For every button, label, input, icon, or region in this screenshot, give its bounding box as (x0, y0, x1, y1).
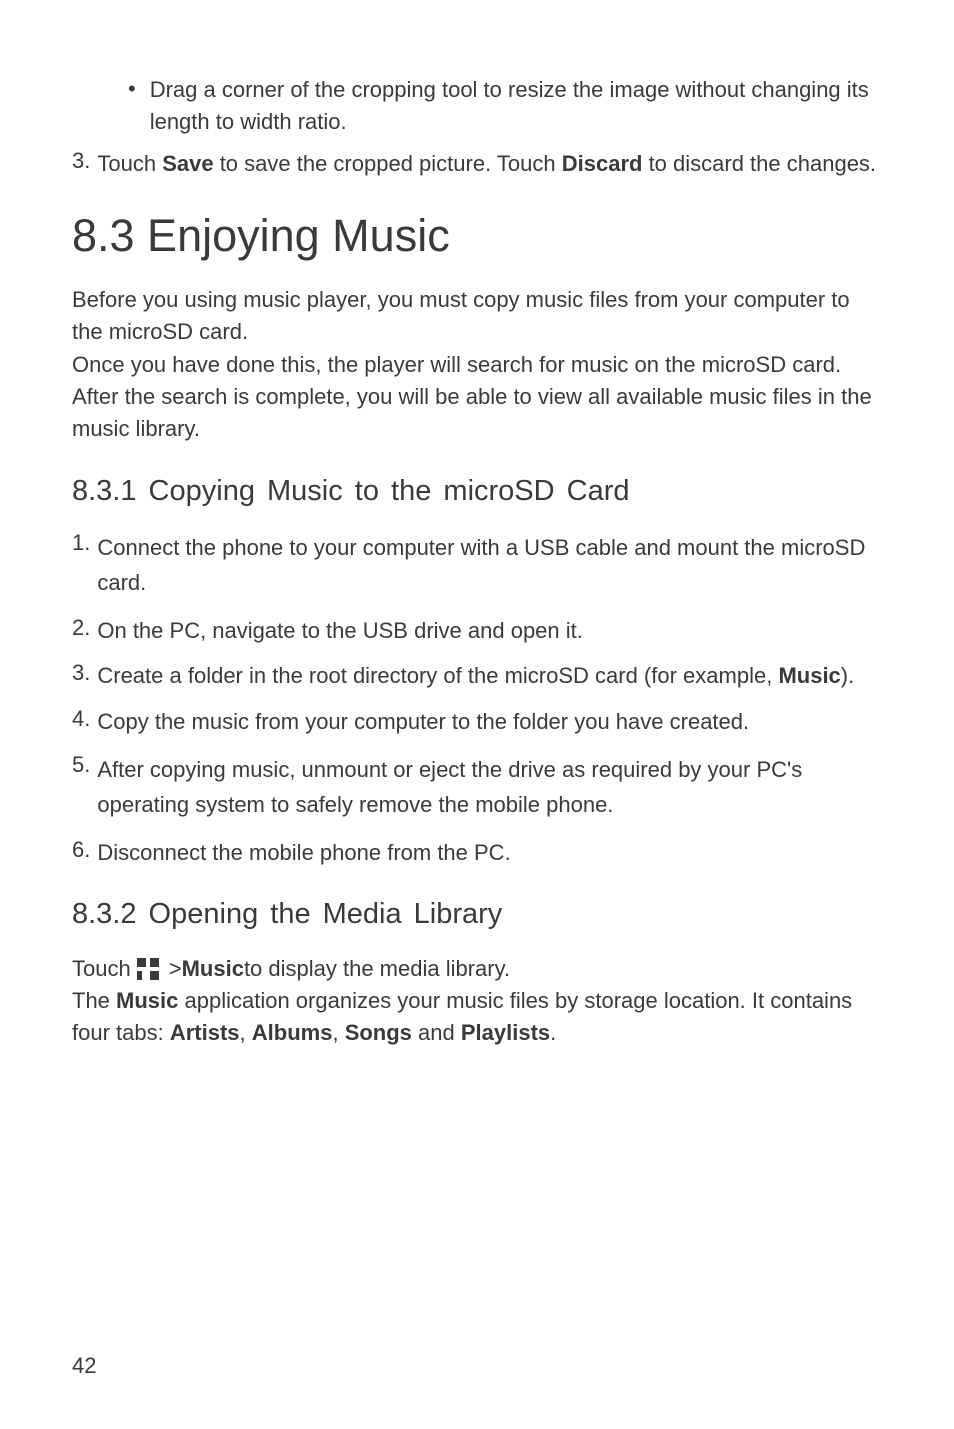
subsection-heading-copying: 8.3.1 Copying Music to the microSD Card (72, 475, 884, 508)
text-touch: Touch (72, 953, 131, 985)
step-3: 3. Touch Save to save the cropped pictur… (72, 148, 884, 180)
step-text: Create a folder in the root directory of… (97, 660, 854, 692)
step-number: 3. (72, 148, 90, 180)
apps-grid-icon (137, 958, 159, 980)
copy-step-2: 2. On the PC, navigate to the USB drive … (72, 615, 884, 647)
text-music-bold: Music (182, 953, 244, 985)
bullet-marker: • (128, 76, 136, 138)
text-rest: to display the media library. (244, 953, 510, 985)
step-text: Copy the music from your computer to the… (97, 706, 749, 738)
text-gt: > (169, 953, 182, 985)
subsection-heading-media: 8.3.2 Opening the Media Library (72, 898, 884, 931)
section-heading: 8.3 Enjoying Music (72, 210, 884, 262)
copy-step-4: 4. Copy the music from your computer to … (72, 706, 884, 738)
step-text: On the PC, navigate to the USB drive and… (97, 615, 583, 647)
copy-step-5: 5. After copying music, unmount or eject… (72, 752, 884, 822)
page-number: 42 (72, 1353, 96, 1379)
copy-step-3: 3. Create a folder in the root directory… (72, 660, 884, 692)
step-number: 1. (72, 530, 90, 600)
copy-step-1: 1. Connect the phone to your computer wi… (72, 530, 884, 600)
step-text: After copying music, unmount or eject th… (97, 752, 884, 822)
step-number: 5. (72, 752, 90, 822)
intro-para-1: Before you using music player, you must … (72, 284, 884, 348)
step-text: Disconnect the mobile phone from the PC. (97, 837, 510, 869)
step-number: 6. (72, 837, 90, 869)
step-number: 4. (72, 706, 90, 738)
step-number: 2. (72, 615, 90, 647)
media-touch-line: Touch > Music to display the media libra… (72, 953, 884, 985)
step-number: 3. (72, 660, 90, 692)
copy-step-6: 6. Disconnect the mobile phone from the … (72, 837, 884, 869)
intro-para-2: Once you have done this, the player will… (72, 349, 884, 445)
media-para: The Music application organizes your mus… (72, 985, 884, 1049)
bullet-item: • Drag a corner of the cropping tool to … (128, 74, 884, 138)
step-text: Connect the phone to your computer with … (97, 530, 884, 600)
step-text: Touch Save to save the cropped picture. … (97, 148, 876, 180)
bullet-text: Drag a corner of the cropping tool to re… (150, 74, 884, 138)
